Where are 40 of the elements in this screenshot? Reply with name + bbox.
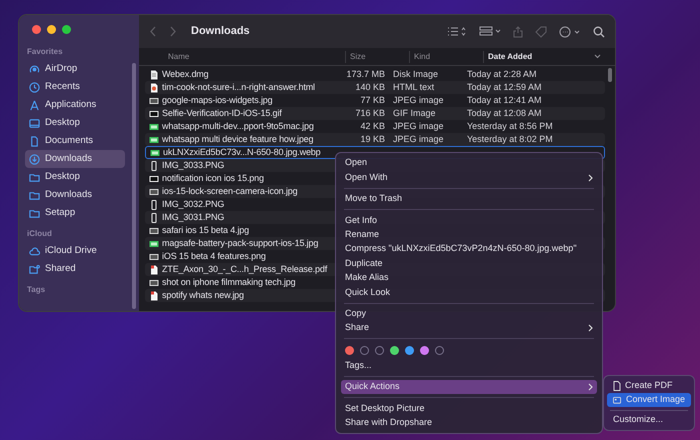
file-name: spotify whats new.jpg: [162, 288, 244, 302]
file-name: whatsapp multi device feature how.jpeg: [162, 132, 314, 146]
window-title: Downloads: [191, 24, 250, 40]
file-name: IMG_3032.PNG: [162, 198, 224, 211]
file-name: whatsapp-multi-dev...pport-9to5mac.jpg: [162, 120, 314, 133]
file-kind: JPEG image: [392, 132, 445, 146]
file-name: iOS 15 beta 4 features.png: [162, 250, 266, 263]
file-date: Today at 2:28 AM: [466, 68, 538, 81]
file-size: 173.7 MB: [345, 68, 386, 81]
file-name: Selfie-Verification-ID-iOS-15.gif: [162, 106, 282, 120]
file-name: google-maps-ios-widgets.jpg: [162, 94, 273, 107]
file-name: ios-15-lock-screen-camera-icon.jpg: [162, 184, 298, 198]
file-size: 77 KB: [359, 94, 386, 107]
file-size: 140 KB: [354, 80, 386, 94]
file-kind: JPEG image: [392, 94, 445, 107]
file-name: IMG_3031.PNG: [162, 210, 224, 224]
file-size: 19 KB: [359, 132, 386, 146]
file-date: Today at 12:59 AM: [466, 80, 543, 94]
file-name: notification icon ios 15.png: [162, 172, 264, 185]
file-name: ZTE_Axon_30_-_C...h_Press_Release.pdf: [162, 262, 328, 276]
file-name: magsafe-battery-pack-support-ios-15.jpg: [162, 236, 318, 250]
file-name: shot on iphone filmmaking tech.jpg: [162, 276, 296, 289]
file-kind: JPEG image: [392, 120, 445, 133]
file-date: Today at 12:08 AM: [466, 106, 543, 120]
file-size: 716 KB: [354, 106, 386, 120]
file-kind: HTML text: [392, 80, 436, 94]
sidebar-heading: Tags: [26, 284, 46, 296]
file-kind: Disk Image: [392, 68, 440, 81]
sidebar-heading: Favorites: [26, 46, 64, 58]
file-name: ukLNXzxiEd5bC73v...N-650-80.jpg.webp: [163, 146, 321, 159]
file-date: Today at 12:41 AM: [466, 94, 543, 107]
file-date: Yesterday at 8:02 PM: [466, 132, 554, 146]
file-size: 42 KB: [359, 120, 386, 133]
sidebar-heading: iCloud: [26, 228, 53, 240]
file-date: Yesterday at 8:56 PM: [466, 120, 554, 133]
file-name: tim-cook-not-sure-i...n-right-answer.html: [162, 80, 315, 94]
file-name: safari ios 15 beta 4.jpg: [162, 224, 249, 237]
file-name: Webex.dmg: [162, 68, 209, 81]
file-kind: GIF Image: [392, 106, 437, 120]
file-name: IMG_3033.PNG: [162, 158, 224, 172]
